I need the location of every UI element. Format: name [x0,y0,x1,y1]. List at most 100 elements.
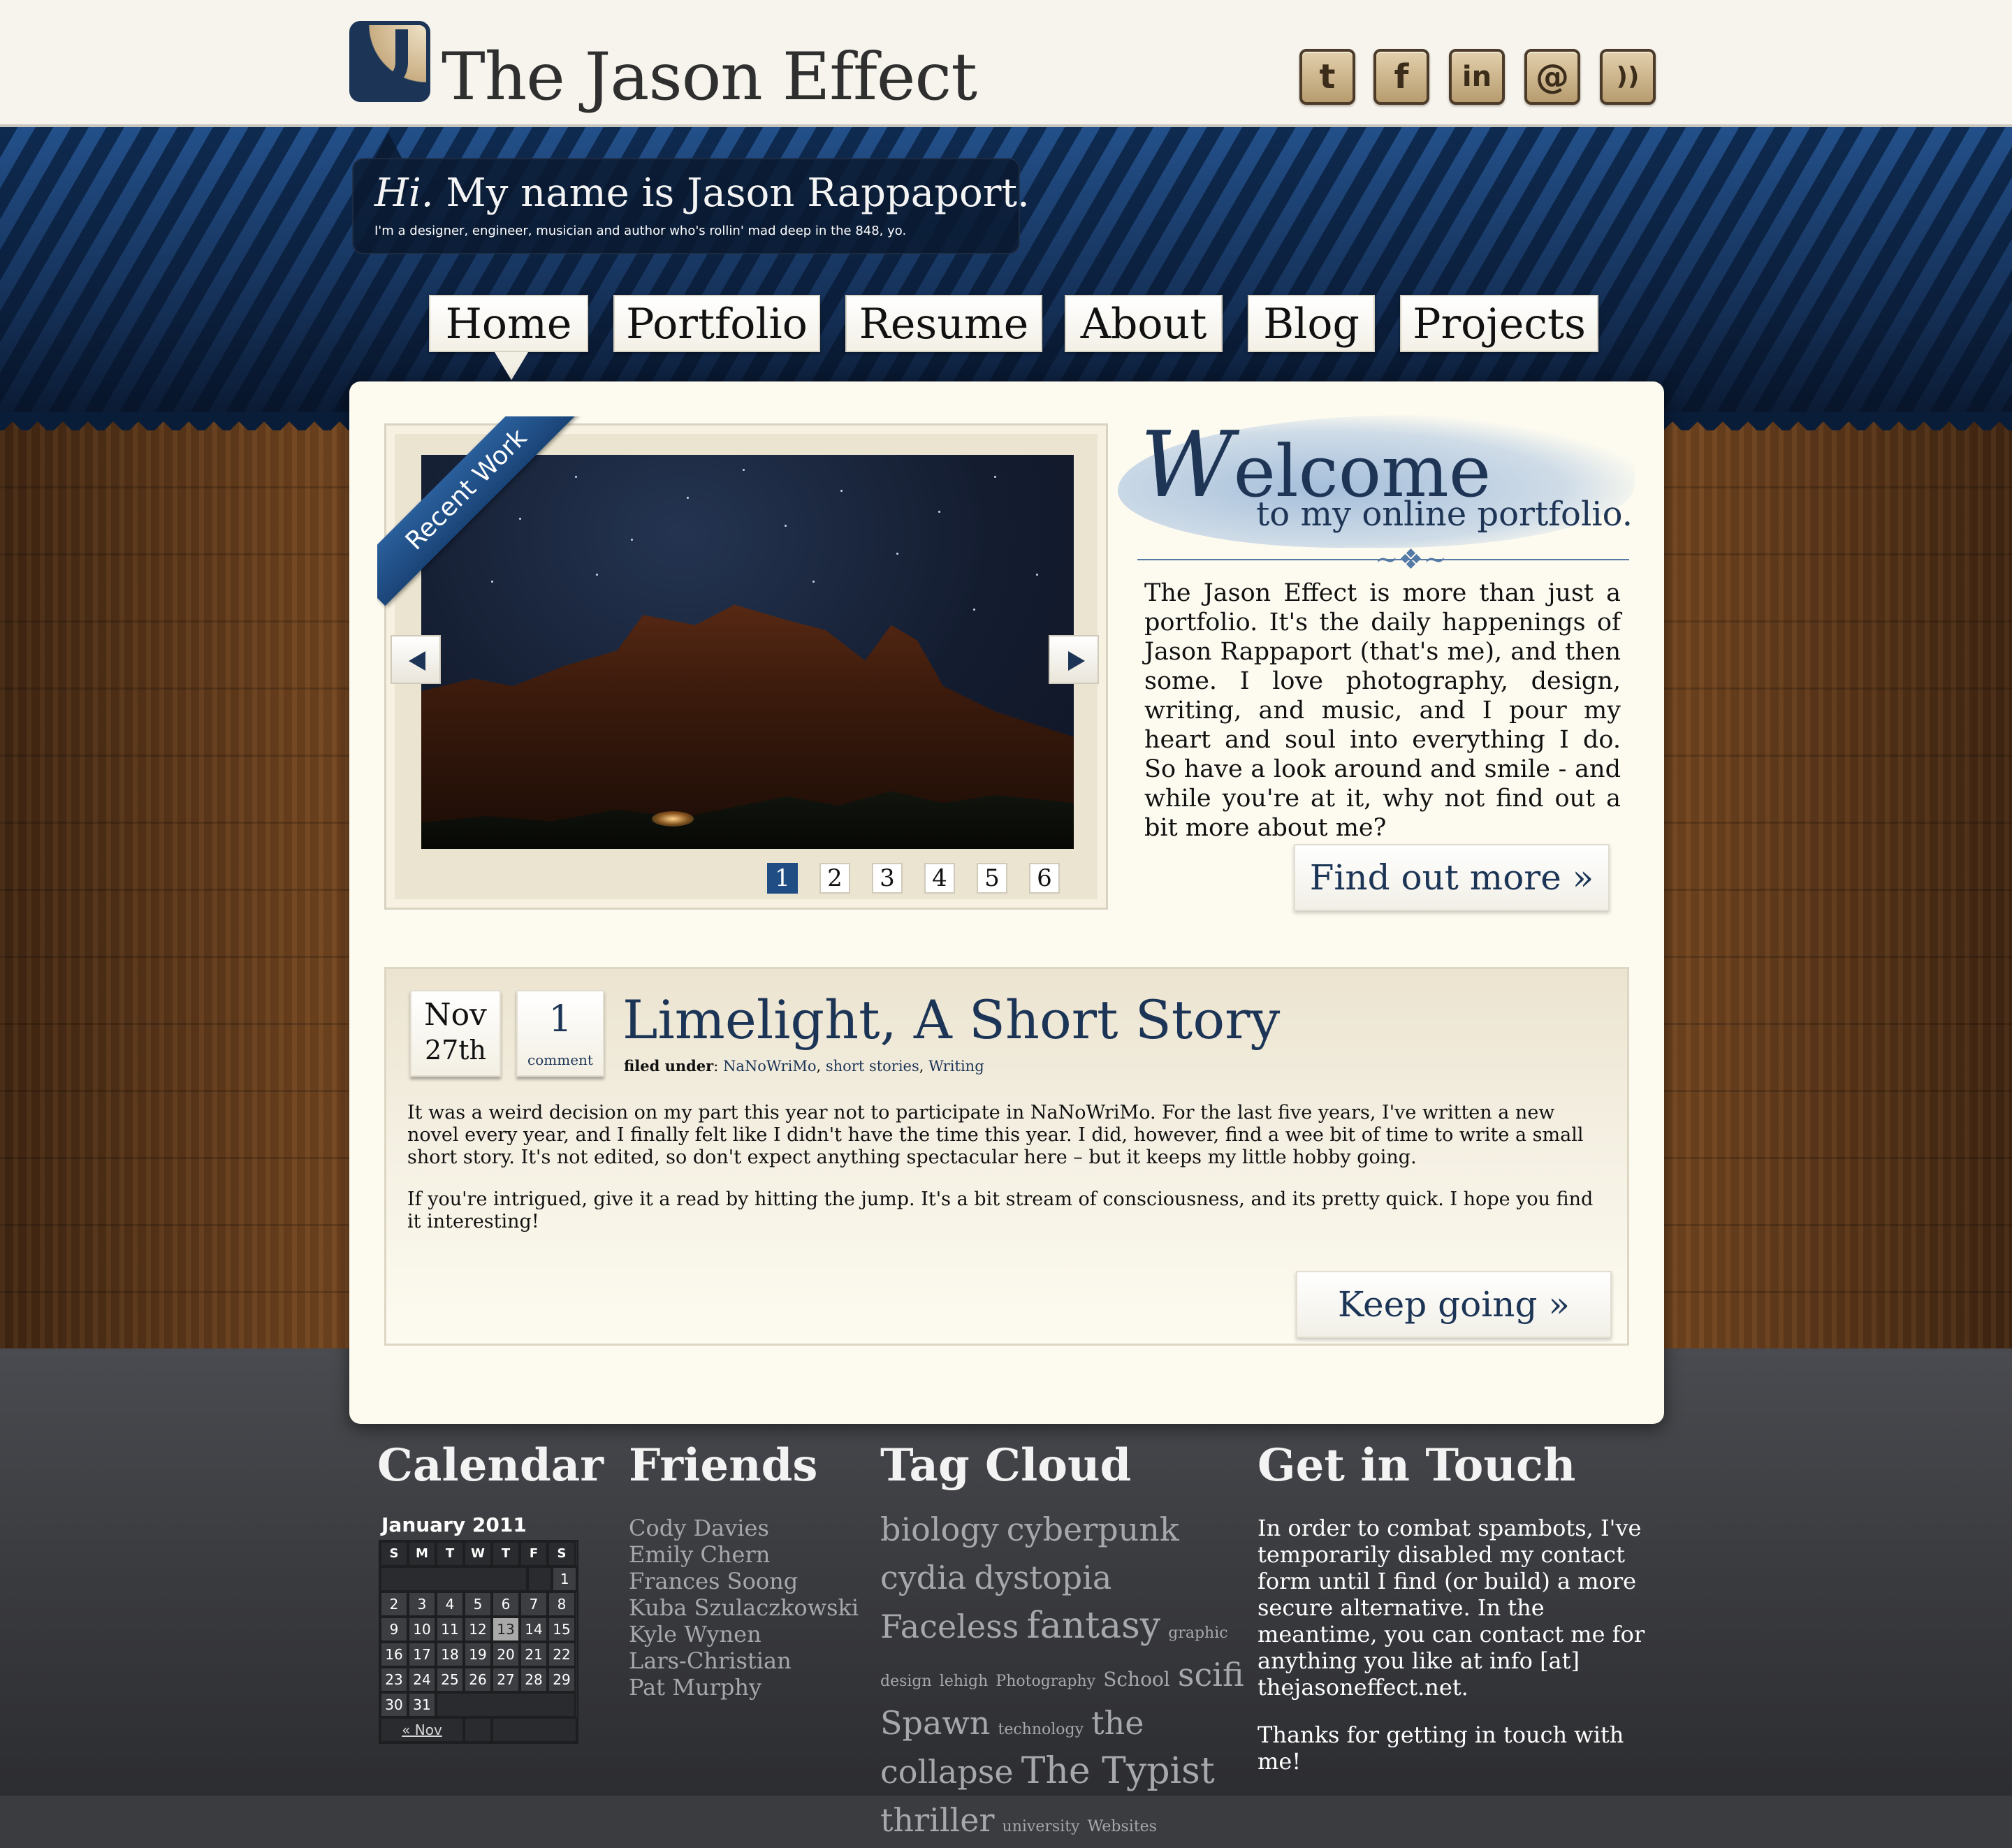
calendar-day[interactable]: 5 [464,1592,492,1617]
calendar-day[interactable]: 7 [520,1592,548,1617]
calendar-day[interactable]: 29 [548,1667,576,1692]
logo-icon[interactable] [349,21,430,102]
slider-page-3[interactable]: 3 [872,863,903,894]
greeting-name: My name is Jason Rappaport. [433,170,1030,216]
slider-prev-button[interactable] [391,635,441,684]
calendar-day[interactable]: 11 [436,1617,464,1642]
calendar-day[interactable]: 9 [380,1617,408,1642]
calendar-day[interactable]: 24 [408,1667,436,1692]
facebook-icon[interactable]: f [1373,49,1429,105]
weekday: S [380,1541,408,1566]
slider-page-4[interactable]: 4 [924,863,955,894]
category-link[interactable]: Writing [928,1058,984,1075]
tag-link[interactable]: cydia [880,1559,966,1596]
tag-link[interactable]: lehigh [940,1673,989,1690]
calendar-footer: « Nov [380,1717,577,1742]
tag-link[interactable]: cyberpunk [1007,1511,1179,1548]
category-link[interactable]: short stories [826,1058,919,1075]
nav-home[interactable]: Home [429,295,588,352]
tag-link[interactable]: the [1091,1704,1144,1742]
calendar-day[interactable]: 4 [436,1592,464,1617]
nav-resume[interactable]: Resume [845,295,1042,352]
slider-page-1[interactable]: 1 [767,863,798,894]
keep-going-button[interactable]: Keep going » [1296,1271,1612,1338]
slider-next-button[interactable] [1049,635,1099,684]
calendar-day[interactable]: 18 [436,1642,464,1667]
twitter-icon[interactable]: t [1299,49,1355,105]
tag-link[interactable]: thriller [880,1801,994,1839]
find-out-more-button[interactable]: Find out more » [1294,844,1610,911]
friend-link[interactable]: Frances Soong [629,1568,859,1594]
calendar-day[interactable]: 30 [380,1692,408,1717]
greeting-tail [374,133,402,159]
contact-heading: Get in Touch [1258,1439,1576,1492]
calendar-day[interactable]: 21 [520,1642,548,1667]
calendar-prev-month-link[interactable]: « Nov [380,1717,464,1742]
calendar-day[interactable]: 3 [408,1592,436,1617]
tag-link[interactable]: dystopia [974,1559,1111,1596]
calendar-day[interactable]: 8 [548,1592,576,1617]
calendar-day[interactable]: 23 [380,1667,408,1692]
friend-link[interactable]: Lars-Christian [629,1647,859,1674]
calendar-day[interactable]: 1 [552,1566,578,1592]
nav-about[interactable]: About [1065,295,1223,352]
nav-projects[interactable]: Projects [1400,295,1598,352]
calendar-week: 2 3 4 5 6 7 8 [380,1592,577,1617]
calendar-day[interactable]: 28 [520,1667,548,1692]
tag-link[interactable]: Faceless [880,1608,1019,1645]
tag-link[interactable]: Spawn [880,1704,990,1742]
calendar-day[interactable]: 12 [464,1617,492,1642]
tag-link[interactable]: The Typist [1021,1750,1215,1792]
calendar-day[interactable]: 22 [548,1642,576,1667]
friend-link[interactable]: Cody Davies [629,1515,859,1541]
calendar-day[interactable]: 20 [492,1642,520,1667]
tag-link[interactable]: biology [880,1511,999,1548]
calendar-day[interactable]: 14 [520,1617,548,1642]
site-title[interactable]: The Jason Effect [442,39,977,116]
friends-list: Cody Davies Emily Chern Frances Soong Ku… [629,1515,859,1701]
slider-page-6[interactable]: 6 [1029,863,1060,894]
linkedin-icon[interactable]: in [1449,49,1505,105]
slider-page-2[interactable]: 2 [819,863,850,894]
calendar-week: 16 17 18 19 20 21 22 [380,1642,577,1667]
nav-blog[interactable]: Blog [1248,295,1375,352]
calendar-day[interactable]: 31 [408,1692,436,1717]
calendar-week: 9 10 11 12 13 14 15 [380,1617,577,1642]
post-body: It was a weird decision on my part this … [407,1102,1609,1253]
calendar-day[interactable]: 15 [548,1617,576,1642]
calendar-day[interactable]: 17 [408,1642,436,1667]
post-categories: filed under: NaNoWriMo, short stories, W… [624,1057,984,1075]
slider-page-5[interactable]: 5 [977,863,1007,894]
tag-link[interactable]: Websites [1088,1818,1157,1835]
email-icon[interactable]: @ [1524,49,1580,105]
tag-link[interactable]: scifi [1178,1656,1244,1694]
contact-text: In order to combat spambots, I've tempor… [1258,1515,1649,1796]
calendar-day[interactable]: 19 [464,1642,492,1667]
friend-link[interactable]: Emily Chern [629,1541,859,1568]
calendar-day[interactable]: 26 [464,1667,492,1692]
tag-link[interactable]: School [1103,1668,1170,1691]
weekday: T [492,1541,520,1566]
calendar-day[interactable]: 6 [492,1592,520,1617]
friend-link[interactable]: Kyle Wynen [629,1621,859,1647]
calendar-day[interactable]: 2 [380,1592,408,1617]
nav-portfolio[interactable]: Portfolio [613,295,820,352]
category-link[interactable]: NaNoWriMo [723,1058,816,1075]
tag-link[interactable]: fantasy [1026,1605,1160,1647]
tag-link[interactable]: university [1003,1818,1080,1835]
post-title[interactable]: Limelight, A Short Story [622,989,1280,1051]
calendar-day[interactable]: 27 [492,1667,520,1692]
calendar-pad [436,1692,576,1717]
calendar-day[interactable]: 10 [408,1617,436,1642]
rss-icon[interactable]: )) [1600,49,1656,105]
tag-link[interactable]: collapse [880,1753,1014,1791]
tag-link[interactable]: Photography [996,1673,1095,1690]
calendar-day-today[interactable]: 13 [492,1617,520,1642]
friend-link[interactable]: Pat Murphy [629,1674,859,1701]
calendar-day[interactable]: 16 [380,1642,408,1667]
tag-link[interactable]: technology [998,1721,1084,1738]
greeting-title: Hi. My name is Jason Rappaport. [374,170,1030,216]
friend-link[interactable]: Kuba Szulaczkowski [629,1594,859,1621]
calendar-day[interactable]: 25 [436,1667,464,1692]
comment-count-button[interactable]: 1 comment [516,990,604,1077]
